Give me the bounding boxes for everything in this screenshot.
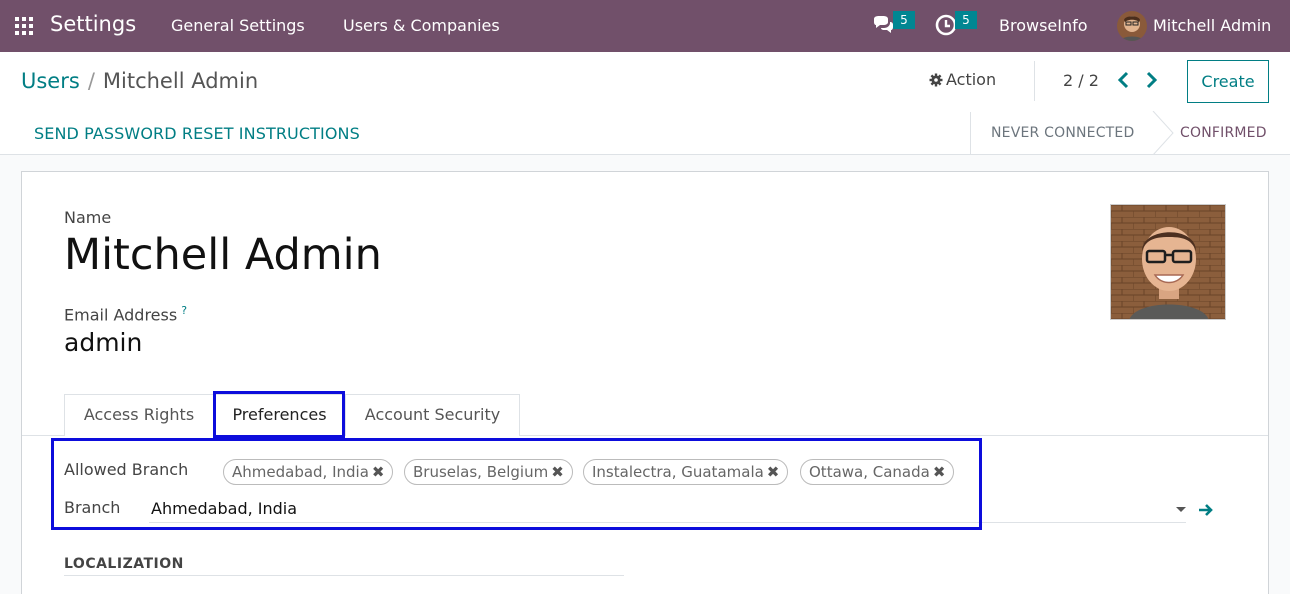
messages-badge: 5	[893, 11, 915, 29]
highlight-box-preferences-tab	[213, 391, 345, 438]
chevron-right-icon[interactable]	[1143, 71, 1159, 89]
apps-grid-icon[interactable]	[15, 17, 33, 35]
pager-value[interactable]: 2 / 2	[1063, 71, 1099, 90]
user-avatar[interactable]	[1117, 11, 1147, 41]
stage-arrow-icon	[1152, 111, 1174, 155]
create-button[interactable]: Create	[1187, 60, 1269, 103]
activities-badge: 5	[955, 11, 977, 29]
action-label: Action	[946, 70, 997, 89]
breadcrumb-current: Mitchell Admin	[102, 69, 259, 93]
breadcrumb-separator: /	[87, 69, 95, 93]
menu-general-settings[interactable]: General Settings	[171, 16, 305, 35]
help-icon[interactable]: ?	[181, 304, 187, 317]
chat-icon[interactable]	[871, 13, 895, 37]
tab-account-security[interactable]: Account Security	[345, 394, 520, 436]
action-menu-button[interactable]: Action	[929, 70, 996, 89]
send-password-reset-button[interactable]: SEND PASSWORD RESET INSTRUCTIONS	[34, 124, 360, 143]
breadcrumb-users-link[interactable]: Users	[21, 69, 80, 93]
email-label: Email Address?	[64, 304, 187, 324]
user-menu[interactable]: Mitchell Admin	[1153, 16, 1271, 35]
status-bar: NEVER CONNECTED CONFIRMED	[970, 111, 1290, 155]
top-navbar: Settings General Settings Users & Compan…	[0, 0, 1290, 52]
name-field[interactable]: Mitchell Admin	[64, 230, 382, 280]
localization-section-title: LOCALIZATION	[64, 556, 184, 572]
email-label-text: Email Address	[64, 305, 178, 325]
gear-icon	[929, 73, 943, 87]
user-photo[interactable]	[1110, 204, 1226, 320]
divider	[1034, 61, 1035, 101]
stage-never-connected: NEVER CONNECTED	[991, 125, 1135, 141]
email-field[interactable]: admin	[64, 328, 142, 357]
dropdown-caret-icon[interactable]	[1176, 507, 1186, 512]
tab-access-rights[interactable]: Access Rights	[64, 394, 214, 436]
breadcrumb: Users / Mitchell Admin	[21, 69, 258, 93]
name-label: Name	[64, 208, 112, 227]
external-link-arrow-icon[interactable]	[1198, 502, 1214, 518]
form-sheet: Name Mitchell Admin Email Address? admin	[21, 171, 1269, 594]
highlight-box-branch-fields	[51, 438, 982, 530]
section-divider	[64, 575, 624, 576]
stage-confirmed: CONFIRMED	[1180, 125, 1267, 141]
menu-users-companies[interactable]: Users & Companies	[343, 16, 500, 35]
company-switcher[interactable]: BrowseInfo	[999, 16, 1088, 35]
app-name[interactable]: Settings	[50, 12, 136, 36]
chevron-left-icon[interactable]	[1116, 71, 1132, 89]
control-panel: Users / Mitchell Admin Action 2 / 2 Create…	[0, 52, 1290, 155]
